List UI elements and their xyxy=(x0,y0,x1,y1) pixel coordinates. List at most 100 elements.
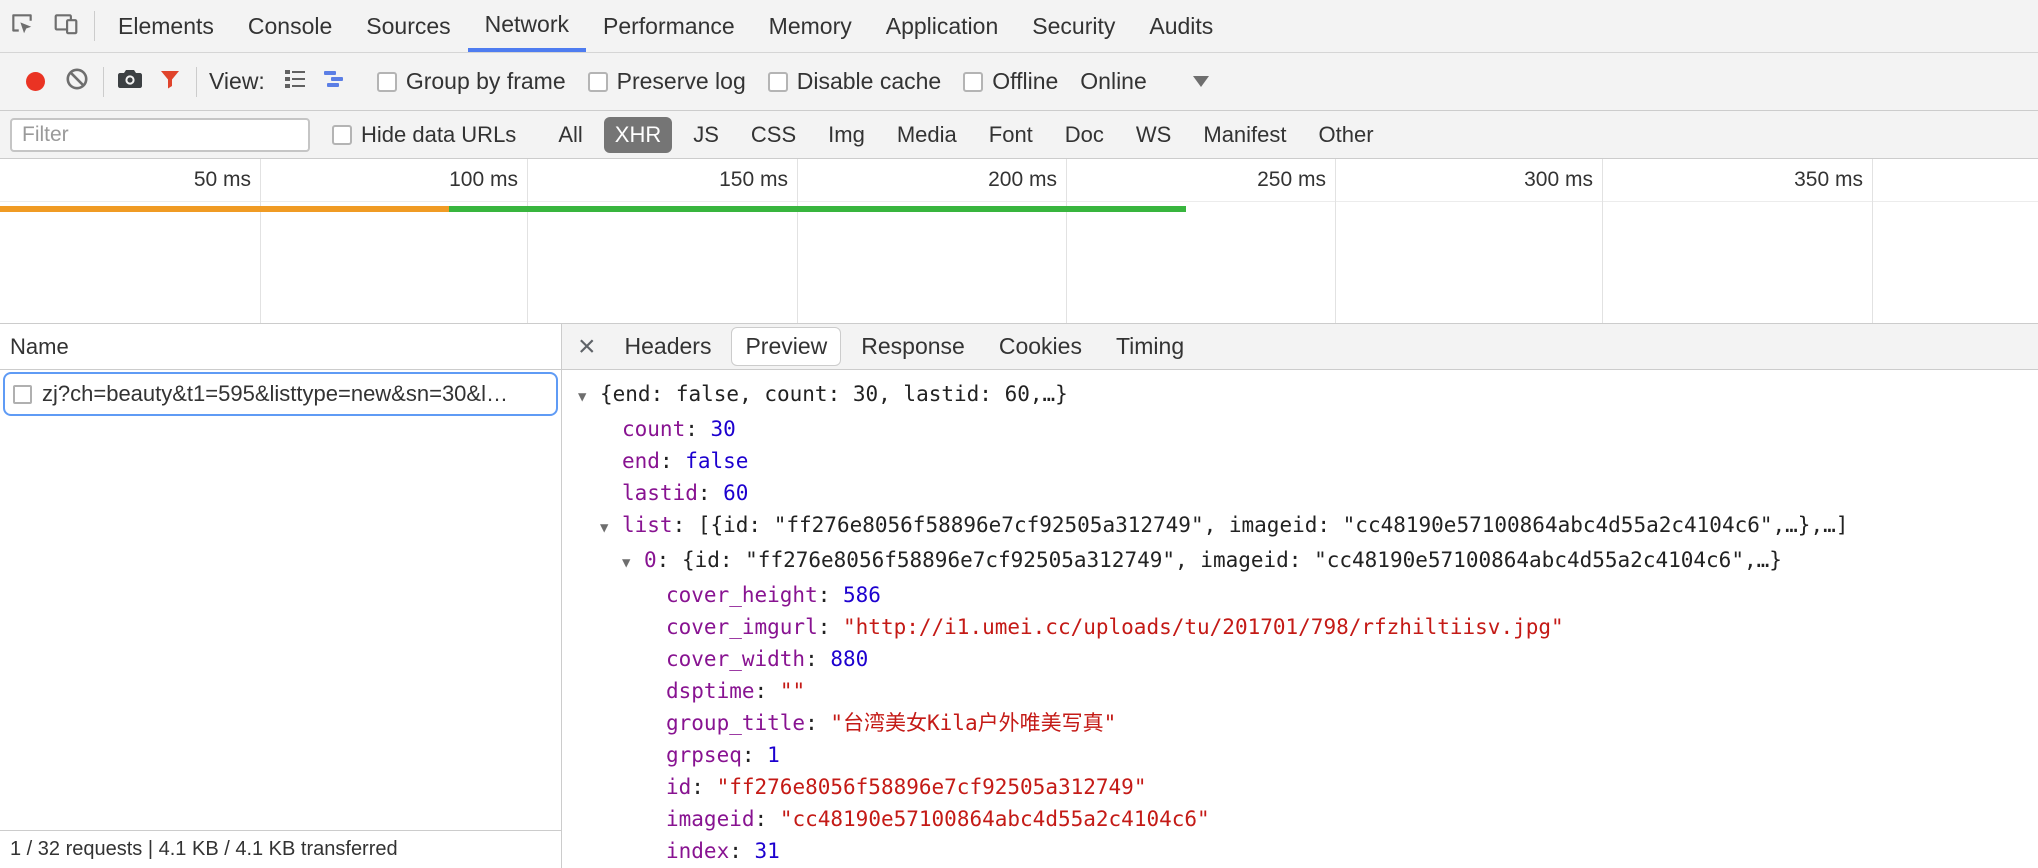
tree-row[interactable]: cover_height: 586 xyxy=(562,579,2038,611)
request-icon xyxy=(13,385,32,404)
tree-row[interactable]: cover_width: 880 xyxy=(562,643,2038,675)
filter-type-font[interactable]: Font xyxy=(978,117,1044,153)
hide-data-urls-checkbox-group[interactable]: Hide data URLs xyxy=(332,122,516,148)
tree-row[interactable]: end: false xyxy=(562,445,2038,477)
tab-elements[interactable]: Elements xyxy=(101,0,231,52)
disable-cache-checkbox[interactable] xyxy=(768,72,788,92)
timeline-activity-bar xyxy=(449,206,1186,212)
property-value: "" xyxy=(780,679,805,703)
tab-audits[interactable]: Audits xyxy=(1132,0,1230,52)
close-icon[interactable]: × xyxy=(566,332,608,362)
tree-row[interactable]: cover_imgurl: "http://i1.umei.cc/uploads… xyxy=(562,611,2038,643)
property-value: : xyxy=(805,711,830,735)
tree-row[interactable]: ▼{end: false, count: 30, lastid: 60,…} xyxy=(562,378,2038,413)
filter-funnel-icon xyxy=(158,67,182,97)
tree-row[interactable]: index: 31 xyxy=(562,835,2038,867)
property-value: 1 xyxy=(767,743,780,767)
clear-button[interactable] xyxy=(57,62,97,102)
network-panels: Name zj?ch=beauty&t1=595&listtype=new&sn… xyxy=(0,324,2038,868)
throttling-select[interactable]: Online xyxy=(1080,68,1208,95)
detail-tab-headers[interactable]: Headers xyxy=(611,327,726,366)
timeline-overview[interactable]: 50 ms100 ms150 ms200 ms250 ms300 ms350 m… xyxy=(0,159,2038,324)
property-name: list xyxy=(622,513,673,537)
property-name: cover_imgurl xyxy=(666,615,818,639)
detail-tab-timing[interactable]: Timing xyxy=(1102,327,1198,366)
filter-type-manifest[interactable]: Manifest xyxy=(1192,117,1297,153)
tree-row[interactable]: ▼list: [{id: "ff276e8056f58896e7cf92505a… xyxy=(562,509,2038,544)
filter-type-css[interactable]: CSS xyxy=(740,117,807,153)
tree-row[interactable]: lastid: 60 xyxy=(562,477,2038,509)
filter-type-img[interactable]: Img xyxy=(817,117,876,153)
disclosure-triangle-icon[interactable]: ▼ xyxy=(600,512,622,544)
filter-input[interactable] xyxy=(10,118,310,152)
preserve-log-checkbox[interactable] xyxy=(588,72,608,92)
tree-row[interactable]: imageid: "cc48190e57100864abc4d55a2c4104… xyxy=(562,803,2038,835)
detail-tab-response[interactable]: Response xyxy=(847,327,979,366)
property-value: : xyxy=(805,647,830,671)
tab-console[interactable]: Console xyxy=(231,0,349,52)
offline-label: Offline xyxy=(992,68,1058,95)
property-value: "台湾美女Kila户外唯美写真" xyxy=(830,711,1116,735)
property-value: 60 xyxy=(723,481,748,505)
timeline-tick-label: 150 ms xyxy=(719,168,788,192)
inspect-element-button[interactable] xyxy=(0,4,44,48)
request-table-header[interactable]: Name xyxy=(0,324,561,370)
filter-type-doc[interactable]: Doc xyxy=(1054,117,1115,153)
detail-tab-cookies[interactable]: Cookies xyxy=(985,327,1096,366)
tree-row[interactable]: id: "ff276e8056f58896e7cf92505a312749" xyxy=(562,771,2038,803)
property-value: : xyxy=(685,417,710,441)
tree-row[interactable]: group_title: "台湾美女Kila户外唯美写真" xyxy=(562,707,2038,739)
timeline-tick-label: 100 ms xyxy=(449,168,518,192)
toolbar-separator xyxy=(103,67,104,97)
detail-tabs: HeadersPreviewResponseCookiesTiming xyxy=(608,327,1202,366)
disable-cache-checkbox-group[interactable]: Disable cache xyxy=(768,68,941,95)
request-name: zj?ch=beauty&t1=595&listtype=new&sn=30&l… xyxy=(42,381,508,407)
property-value: 30 xyxy=(711,417,736,441)
filter-type-xhr[interactable]: XHR xyxy=(604,117,672,153)
tree-row[interactable]: grpseq: 1 xyxy=(562,739,2038,771)
preserve-log-checkbox-group[interactable]: Preserve log xyxy=(588,68,746,95)
filter-type-ws[interactable]: WS xyxy=(1125,117,1182,153)
property-value: "http://i1.umei.cc/uploads/tu/201701/798… xyxy=(843,615,1564,639)
property-name: index xyxy=(666,839,729,863)
tree-row[interactable]: count: 30 xyxy=(562,413,2038,445)
device-toolbar-button[interactable] xyxy=(44,4,88,48)
disclosure-triangle-icon[interactable]: ▼ xyxy=(578,381,600,413)
property-name: count xyxy=(622,417,685,441)
timeline-gridline xyxy=(1602,159,1603,323)
tab-security[interactable]: Security xyxy=(1015,0,1132,52)
property-value: "cc48190e57100864abc4d55a2c4104c6" xyxy=(780,807,1210,831)
hide-data-urls-checkbox[interactable] xyxy=(332,125,352,145)
timeline-gridline xyxy=(1335,159,1336,323)
tab-application[interactable]: Application xyxy=(869,0,1016,52)
tab-sources[interactable]: Sources xyxy=(349,0,467,52)
offline-checkbox[interactable] xyxy=(963,72,983,92)
tab-network[interactable]: Network xyxy=(468,0,586,52)
property-name: group_title xyxy=(666,711,805,735)
use-request-rows-button[interactable] xyxy=(275,62,315,102)
name-column-header[interactable]: Name xyxy=(10,334,69,360)
request-detail-panel: × HeadersPreviewResponseCookiesTiming ▼{… xyxy=(562,324,2038,868)
group-by-frame-checkbox[interactable] xyxy=(377,72,397,92)
detail-tab-preview[interactable]: Preview xyxy=(731,327,841,366)
capture-screenshots-button[interactable] xyxy=(110,62,150,102)
filter-type-other[interactable]: Other xyxy=(1308,117,1385,153)
disclosure-triangle-icon[interactable]: ▼ xyxy=(622,547,644,579)
filter-type-media[interactable]: Media xyxy=(886,117,968,153)
tree-row[interactable]: dsptime: "" xyxy=(562,675,2038,707)
filter-toggle-button[interactable] xyxy=(150,62,190,102)
tab-memory[interactable]: Memory xyxy=(752,0,869,52)
offline-checkbox-group[interactable]: Offline xyxy=(963,68,1058,95)
property-name: 0 xyxy=(644,548,657,572)
request-row[interactable]: zj?ch=beauty&t1=595&listtype=new&sn=30&l… xyxy=(3,372,558,416)
timeline-activity-bar xyxy=(0,206,449,212)
filter-type-js[interactable]: JS xyxy=(682,117,730,153)
tab-performance[interactable]: Performance xyxy=(586,0,752,52)
group-by-frame-checkbox-group[interactable]: Group by frame xyxy=(377,68,566,95)
detail-tabbar: × HeadersPreviewResponseCookiesTiming xyxy=(562,324,2038,370)
preview-tree: ▼{end: false, count: 30, lastid: 60,…}co… xyxy=(562,370,2038,868)
record-button[interactable] xyxy=(26,72,45,91)
show-waterfall-button[interactable] xyxy=(315,62,355,102)
tree-row[interactable]: ▼0: {id: "ff276e8056f58896e7cf92505a3127… xyxy=(562,544,2038,579)
filter-type-all[interactable]: All xyxy=(547,117,593,153)
